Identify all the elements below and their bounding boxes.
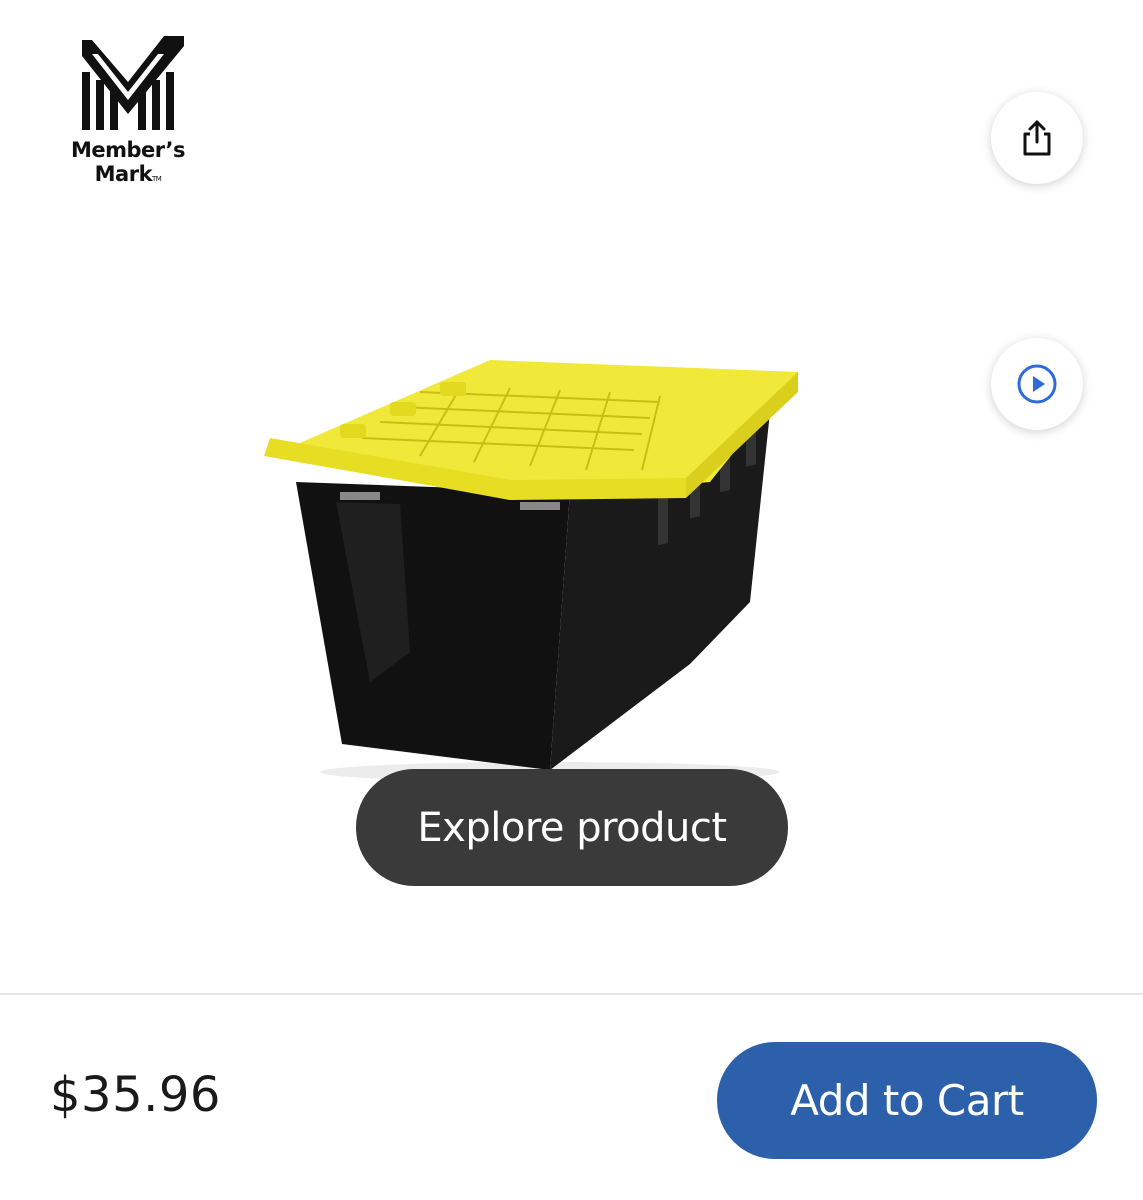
- share-icon: [1023, 120, 1051, 156]
- brand-name-line1: Member’s: [70, 138, 186, 162]
- play-circle-icon: [1017, 364, 1057, 404]
- brand-logo: Member’s MarkTM: [62, 32, 194, 192]
- explore-product-button[interactable]: Explore product: [356, 769, 788, 886]
- tote-front: [296, 482, 570, 770]
- add-to-cart-label: Add to Cart: [790, 1076, 1024, 1125]
- share-button[interactable]: [991, 92, 1083, 184]
- product-image[interactable]: [250, 352, 810, 782]
- members-mark-m-icon: [82, 36, 184, 130]
- brand-name-line2-row: MarkTM: [62, 162, 194, 191]
- product-price: $35.96: [50, 1067, 221, 1123]
- trademark: TM: [152, 175, 162, 183]
- brand-name-line2: Mark: [94, 162, 153, 186]
- play-video-button[interactable]: [991, 338, 1083, 430]
- product-gallery[interactable]: Member’s MarkTM Explore product: [0, 0, 1143, 993]
- explore-product-label: Explore product: [417, 804, 727, 851]
- add-to-cart-button[interactable]: Add to Cart: [717, 1042, 1097, 1159]
- storage-tote-image: [264, 360, 798, 782]
- brand-name: Member’s MarkTM: [62, 138, 194, 191]
- purchase-bar: $35.96 Add to Cart: [0, 995, 1143, 1200]
